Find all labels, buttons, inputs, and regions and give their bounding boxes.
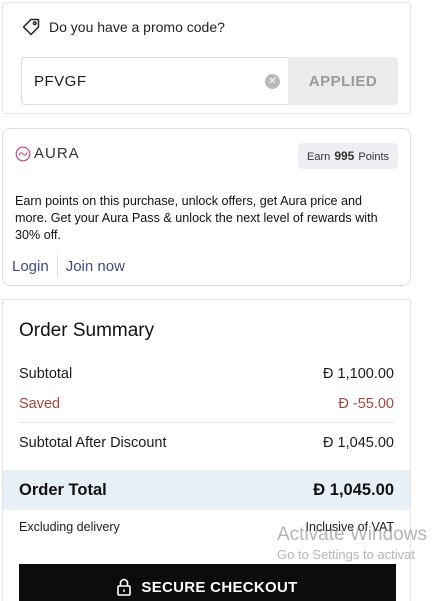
after-discount-label: Subtotal After Discount [19, 435, 167, 451]
delivery-vat-row: Excluding delivery Inclusive of VAT [19, 520, 394, 534]
clear-icon[interactable]: ✕ [265, 73, 280, 89]
order-total-value: Ð 1,045.00 [313, 480, 394, 499]
promo-code-input[interactable]: PFVGF ✕ [21, 57, 288, 105]
order-summary-title: Order Summary [19, 320, 155, 341]
saved-label: Saved [19, 396, 61, 412]
after-discount-row: Subtotal After Discount Ð 1,045.00 [19, 435, 394, 451]
inclusive-vat-label: Inclusive of VAT [305, 520, 394, 534]
subtotal-label: Subtotal [19, 366, 73, 382]
aura-links: Login Join now [12, 255, 125, 277]
applied-button[interactable]: APPLIED [288, 57, 398, 105]
aura-logo-icon [15, 146, 31, 161]
order-total-label: Order Total [19, 480, 107, 499]
aura-description: Earn points on this purchase, unlock off… [15, 194, 378, 242]
after-discount-value: Ð 1,045.00 [323, 435, 394, 451]
saved-row: Saved Ð -55.00 [19, 396, 394, 412]
promo-heading: Do you have a promo code? [49, 19, 225, 35]
aura-logo: AURA [15, 145, 80, 162]
earn-points-badge: Earn 995 Points [298, 143, 398, 169]
saved-value: Ð -55.00 [338, 396, 394, 412]
subtotal-row: Subtotal Ð 1,100.00 [19, 366, 394, 382]
earn-suffix: Points [358, 151, 389, 163]
subtotal-value: Ð 1,100.00 [323, 366, 394, 382]
promo-code-value[interactable]: PFVGF [22, 73, 265, 90]
join-now-link[interactable]: Join now [66, 258, 125, 275]
aura-logo-text: AURA [34, 145, 80, 162]
lock-icon [117, 578, 132, 596]
promo-header: Do you have a promo code? [21, 17, 225, 37]
excluding-delivery-label: Excluding delivery [19, 520, 120, 534]
order-summary-card: Order Summary Subtotal Ð 1,100.00 Saved … [2, 299, 411, 601]
link-divider [56, 255, 58, 277]
secure-checkout-button[interactable]: SECURE CHECKOUT [19, 564, 396, 601]
secure-checkout-label: SECURE CHECKOUT [141, 578, 298, 596]
login-link[interactable]: Login [12, 258, 49, 275]
summary-divider [19, 422, 394, 423]
tag-icon [22, 18, 40, 36]
earn-points-value: 995 [334, 149, 355, 163]
earn-prefix: Earn [307, 151, 331, 163]
promo-code-card: Do you have a promo code? PFVGF ✕ APPLIE… [2, 2, 411, 114]
order-total-row: Order Total Ð 1,045.00 [3, 470, 410, 510]
